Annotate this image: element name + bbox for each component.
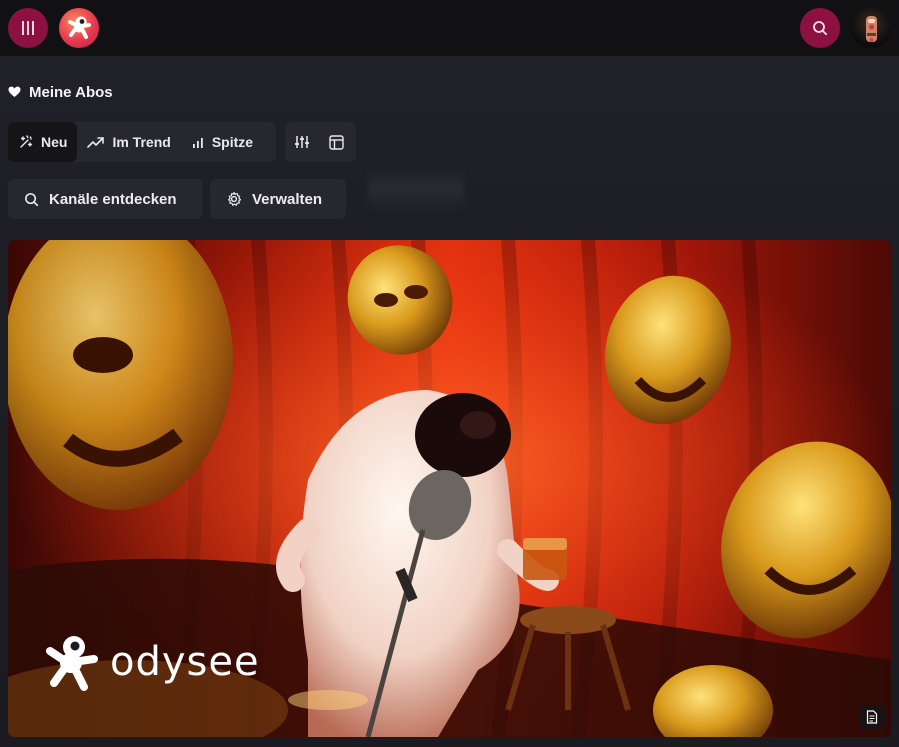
bar-chart-icon — [192, 138, 203, 148]
sort-tabs: Neu Im Trend Spitze — [8, 122, 276, 162]
odysee-logo[interactable] — [59, 8, 99, 48]
manage-button[interactable]: Verwalten — [210, 179, 346, 219]
spaceman-logo-icon — [46, 636, 98, 691]
sliders-icon — [295, 136, 309, 148]
discover-channels-button[interactable]: Kanäle entdecken — [8, 179, 203, 219]
tab-top[interactable]: Spitze — [181, 122, 263, 162]
tab-trending[interactable]: Im Trend — [77, 122, 180, 162]
spaceman-logo-icon — [68, 16, 91, 39]
tab-new-label: Neu — [41, 134, 68, 150]
gear-icon — [228, 191, 242, 206]
odysee-brand: odysee — [44, 632, 260, 692]
user-avatar[interactable] — [851, 8, 891, 48]
filter-button[interactable] — [285, 122, 319, 162]
brand-wordmark: odysee — [110, 639, 260, 685]
heart-icon — [8, 86, 21, 97]
avatar-figure-icon — [866, 16, 877, 42]
section-title: Meine Abos — [29, 83, 113, 101]
document-button[interactable] — [859, 705, 885, 729]
sparkle-icon — [20, 135, 33, 148]
trending-up-icon — [87, 137, 105, 148]
tab-new[interactable]: Neu — [8, 122, 78, 162]
discover-channels-label: Kanäle entdecken — [49, 190, 177, 208]
document-icon — [866, 710, 878, 724]
search-button[interactable] — [800, 8, 840, 48]
section-header: Meine Abos — [8, 83, 113, 101]
menu-bars-icon — [22, 21, 34, 35]
manage-label: Verwalten — [252, 190, 323, 208]
search-icon — [25, 192, 39, 206]
menu-button[interactable] — [8, 8, 48, 48]
search-icon — [813, 21, 828, 36]
view-options — [285, 122, 356, 162]
layout-icon — [328, 134, 344, 150]
tab-top-label: Spitze — [211, 134, 254, 150]
tab-trending-label: Im Trend — [112, 134, 171, 150]
layout-button[interactable] — [319, 122, 353, 162]
loading-placeholder — [368, 166, 464, 212]
top-bar — [0, 0, 899, 56]
